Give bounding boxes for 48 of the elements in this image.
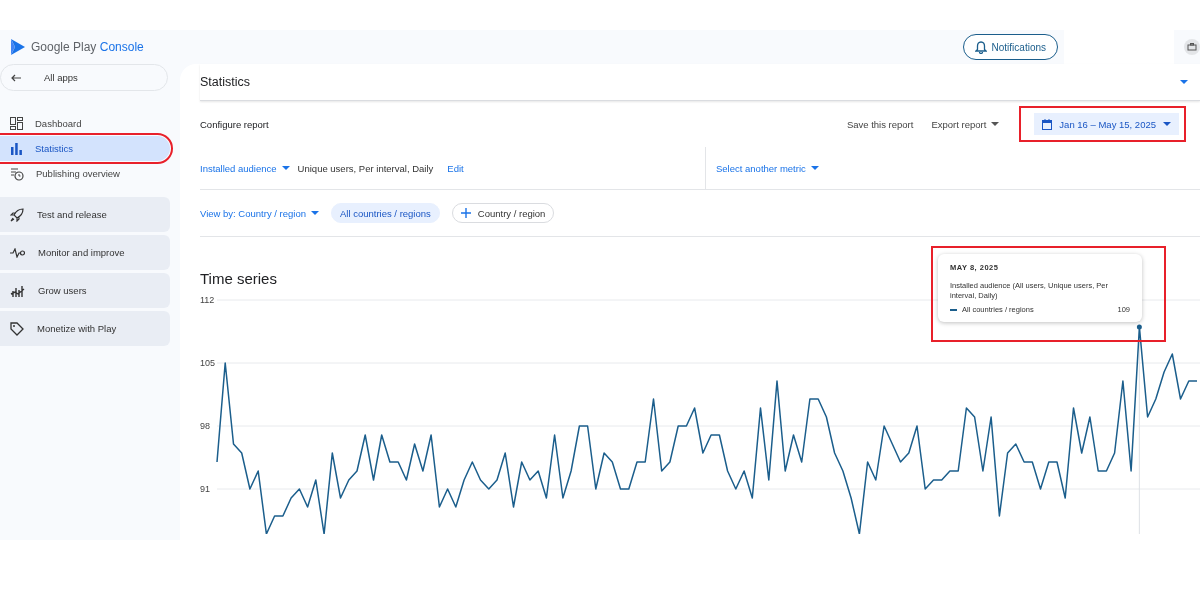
app-logo-text: Google Play Console (31, 40, 144, 54)
briefcase-icon[interactable] (1184, 39, 1200, 55)
rocket-icon (10, 207, 24, 222)
date-range-button[interactable]: Jan 16 – May 15, 2025 (1034, 113, 1179, 135)
y-axis-label: 112 (200, 295, 215, 305)
edit-link[interactable]: Edit (447, 162, 464, 174)
sidebar-item[interactable]: Dashboard (0, 111, 170, 136)
bar-chart-icon (10, 142, 23, 155)
y-axis-label: 91 (200, 484, 210, 494)
page-title: Statistics (200, 75, 250, 89)
view-by-dropdown[interactable]: View by: Country / region (200, 207, 319, 219)
dashboard-icon (10, 117, 23, 130)
caret-icon (281, 166, 290, 170)
y-axis-label: 98 (200, 421, 210, 431)
sidebar-section[interactable]: Monitor and improve (0, 235, 170, 270)
metric-dropdown[interactable]: Installed audience (200, 162, 290, 174)
metric-details: Unique users, Per interval, Daily (297, 162, 434, 174)
y-axis-label: 105 (200, 358, 216, 368)
chart-title: Time series (200, 270, 277, 289)
hover-point (1136, 324, 1142, 330)
legend-swatch-icon (950, 308, 957, 311)
dropdown-caret-icon[interactable] (1180, 80, 1188, 84)
sidebar-section[interactable]: Test and release (0, 197, 170, 232)
report-action-button[interactable]: Export report (925, 118, 1006, 130)
caret-icon (1163, 122, 1171, 126)
play-console-logo-icon (10, 38, 26, 56)
metric-dropdown[interactable]: Select another metric (716, 162, 819, 174)
filter-chip[interactable]: All countries / regions (330, 203, 440, 223)
calendar-icon (1042, 118, 1053, 130)
pulse-icon (10, 247, 25, 258)
caret-icon (810, 166, 819, 170)
report-action-button[interactable]: Save this report (840, 118, 920, 130)
list-clock-icon (10, 166, 24, 181)
tag-icon (10, 321, 24, 336)
caret-icon (310, 211, 319, 215)
filter-chip[interactable]: Country / region (451, 203, 555, 223)
growth-chart-icon (10, 283, 25, 298)
sidebar-section[interactable]: Grow users (0, 273, 170, 308)
back-arrow-icon (11, 73, 22, 82)
section-heading: Configure report (200, 118, 269, 130)
sidebar-item[interactable]: Statistics (0, 136, 170, 161)
notifications-button[interactable]: Notifications (962, 34, 1058, 60)
sidebar-item[interactable]: Publishing overview (0, 161, 170, 186)
all-apps-button[interactable]: All apps (0, 64, 168, 91)
bell-icon (974, 40, 987, 54)
sidebar-section[interactable]: Monetize with Play (0, 311, 170, 346)
caret-icon (991, 122, 1000, 126)
plus-icon (460, 208, 471, 218)
